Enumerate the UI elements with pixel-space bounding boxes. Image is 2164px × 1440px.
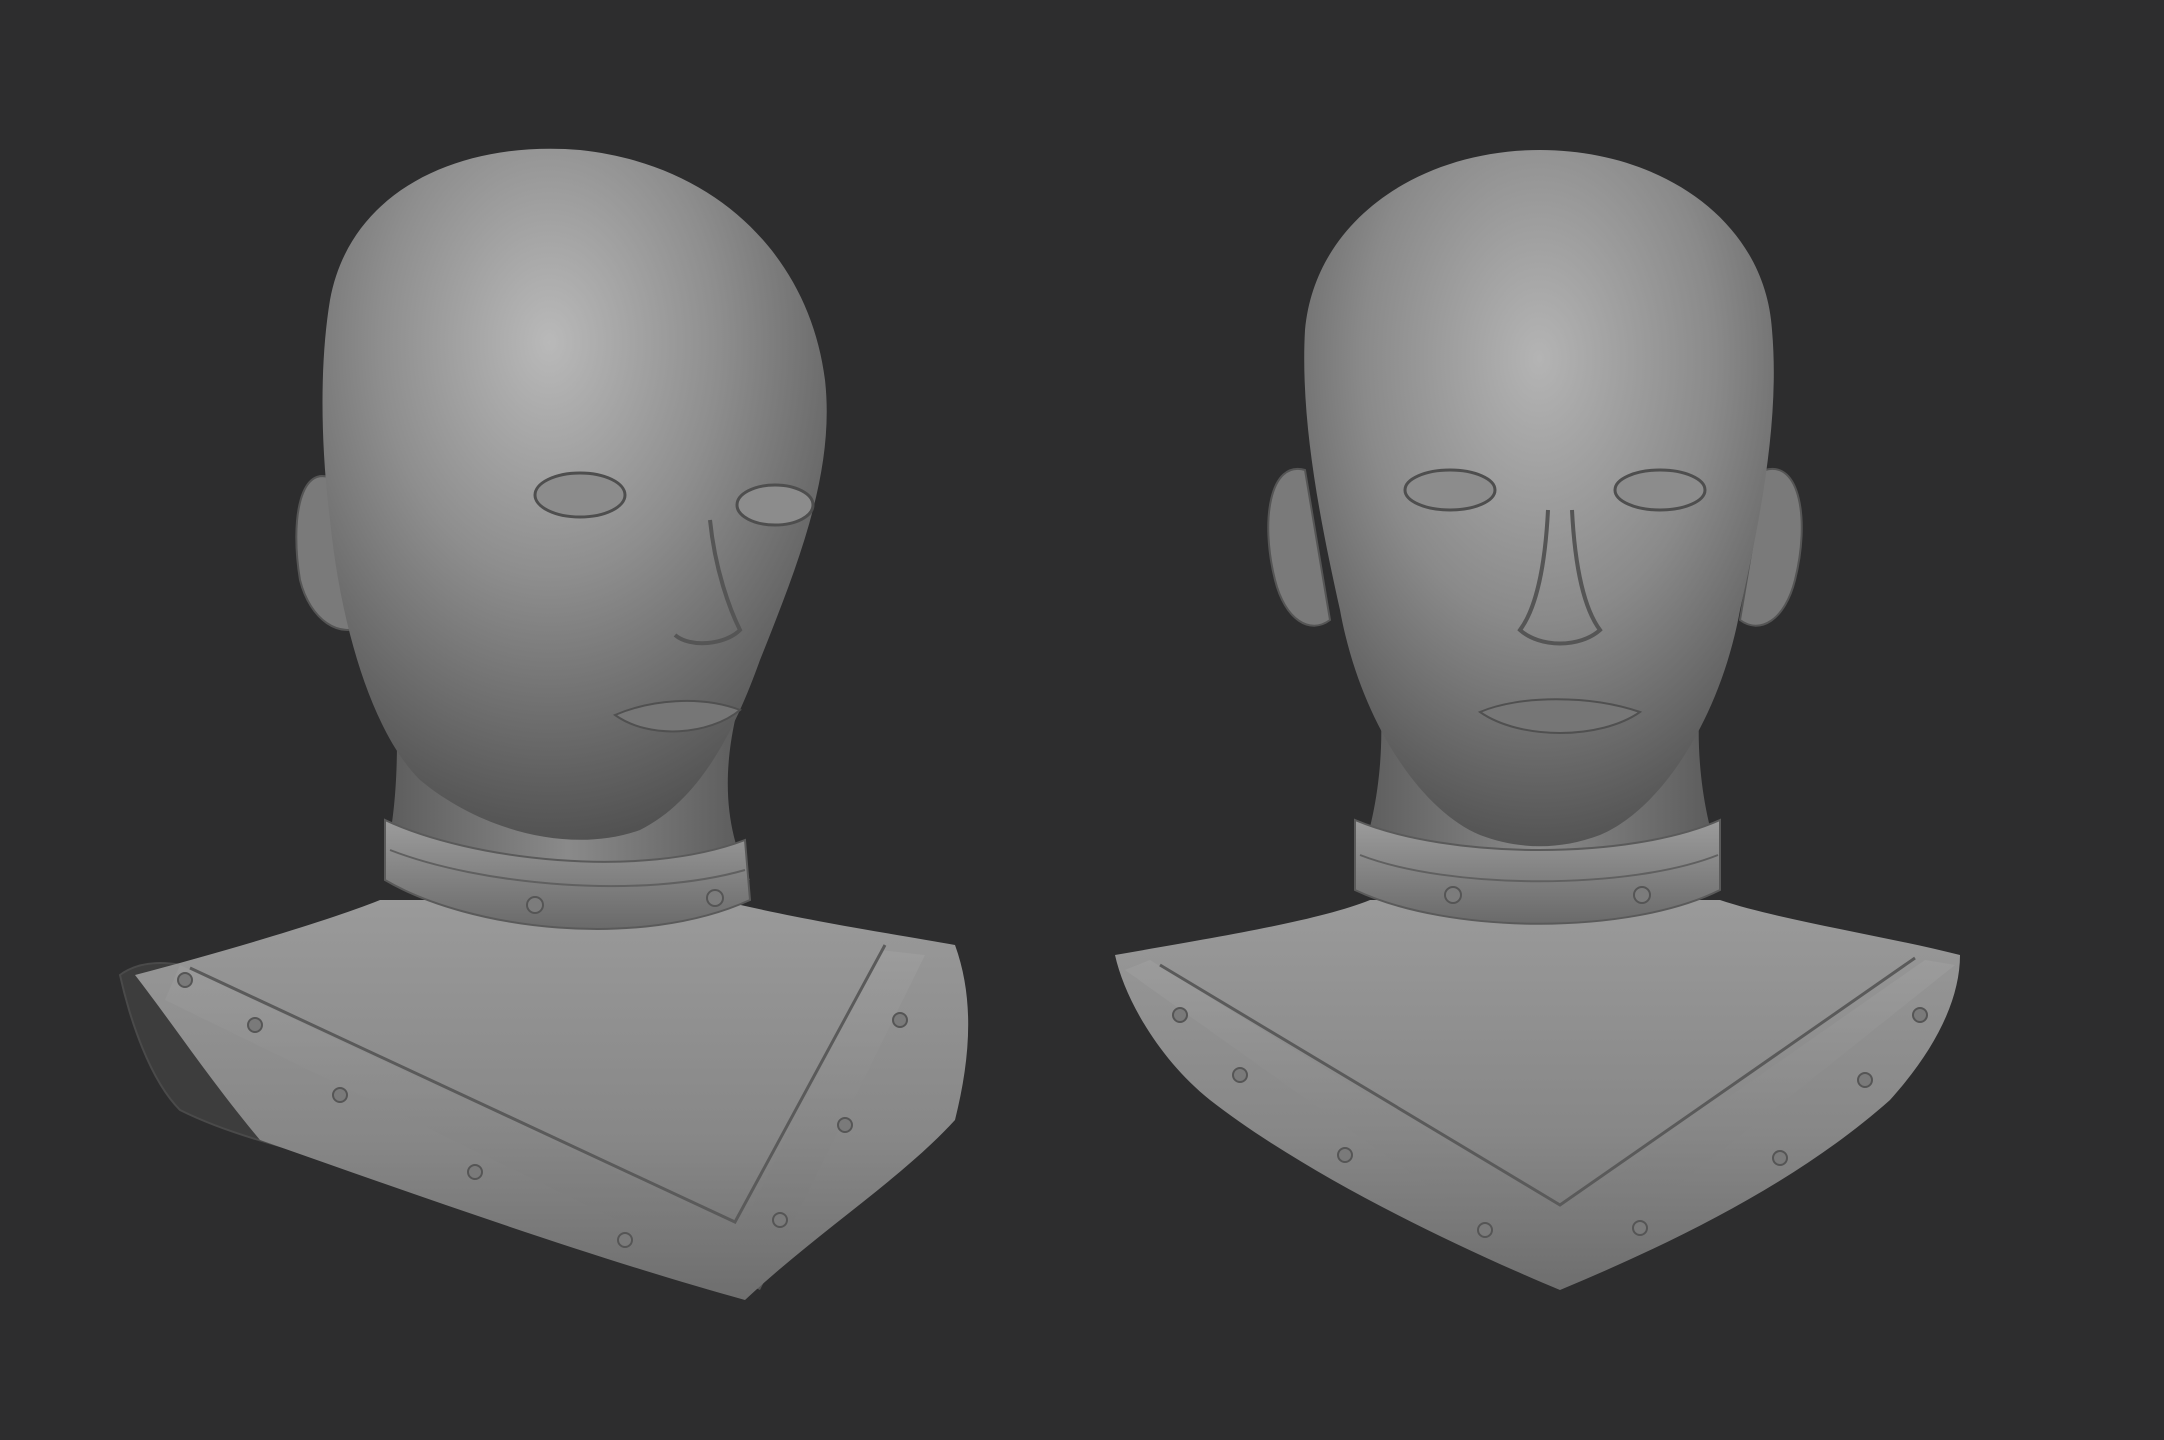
bust-three-quarter-view [118,148,969,1300]
render-canvas [118,148,1960,1300]
bust-front-view [1115,150,1960,1290]
sculpt-viewport [0,0,2164,1440]
head [1304,150,1774,847]
